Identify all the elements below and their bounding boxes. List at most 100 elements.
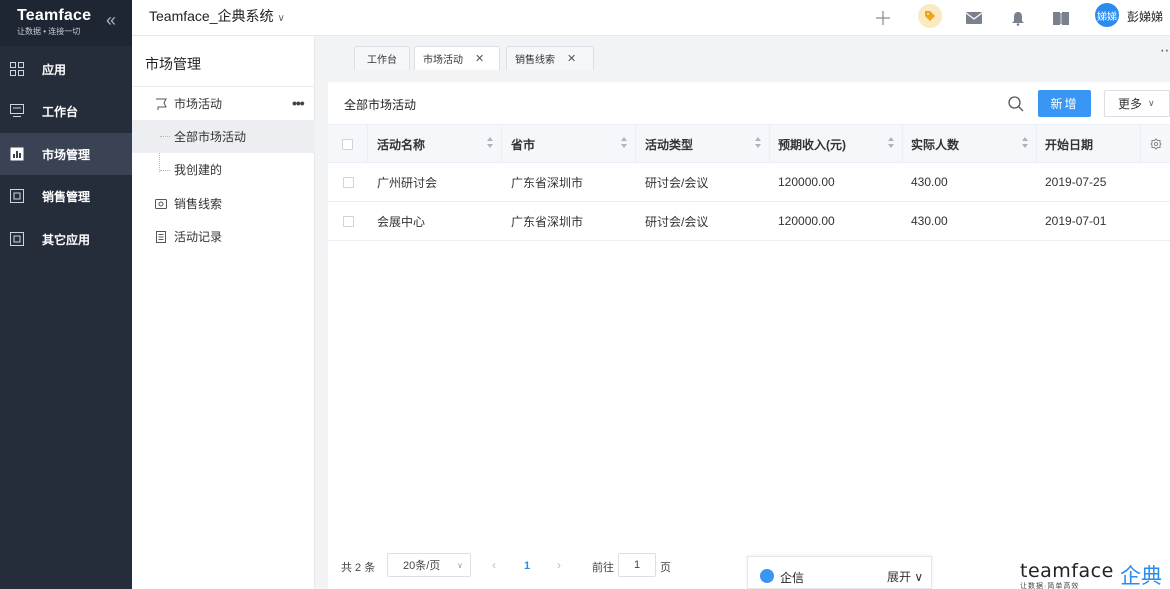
- row-select-cell: [328, 163, 368, 201]
- goto-unit: 页: [660, 562, 671, 574]
- sort-icon[interactable]: [487, 137, 493, 149]
- column-header[interactable]: 省市: [502, 125, 636, 163]
- tree-connector: [160, 136, 170, 137]
- document-icon: [156, 230, 166, 243]
- tag-icon[interactable]: [918, 4, 942, 28]
- chevron-down-icon: ∨: [914, 570, 924, 584]
- more-options-icon[interactable]: •••: [292, 95, 305, 111]
- chevron-down-icon: ∨: [457, 560, 463, 570]
- more-button[interactable]: 更多 ∨: [1104, 90, 1170, 117]
- column-header[interactable]: 活动类型: [636, 125, 770, 163]
- sort-icon[interactable]: [1022, 137, 1028, 149]
- box-icon: [10, 232, 24, 246]
- sidebar-item-label: 工作台: [42, 104, 79, 119]
- subnav-item-activity-records[interactable]: 活动记录: [132, 220, 315, 253]
- subnav-item-label: 全部市场活动: [174, 130, 247, 144]
- tab-market-activities[interactable]: 市场活动 ✕: [414, 46, 500, 70]
- sort-icon[interactable]: [888, 137, 894, 149]
- sidebar-item-other-apps[interactable]: 其它应用: [0, 218, 132, 260]
- table-cell: 研讨会/会议: [645, 214, 709, 229]
- chevron-down-icon: ∨: [277, 13, 285, 24]
- brand-slogan: 让数据 • 连接一切: [17, 27, 81, 36]
- row-checkbox[interactable]: [342, 215, 354, 227]
- add-icon[interactable]: [873, 8, 893, 28]
- sidebar-item-label: 销售管理: [42, 189, 91, 204]
- close-icon[interactable]: ✕: [475, 52, 484, 65]
- total-count: 共 2 条: [341, 562, 376, 574]
- page-title: 全部市场活动: [344, 98, 417, 112]
- table-row[interactable]: 广州研讨会 广东省深圳市 研讨会/会议 120000.00 430.00 201…: [328, 163, 1170, 202]
- avatar[interactable]: 娣娣: [1095, 3, 1119, 27]
- subnav-item-sales-leads[interactable]: 销售线索: [132, 187, 315, 220]
- current-page[interactable]: 1: [524, 560, 530, 572]
- chat-expand-label: 展开: [887, 570, 912, 584]
- close-icon[interactable]: ✕: [567, 52, 576, 65]
- tab-workbench[interactable]: 工作台: [354, 46, 410, 70]
- goto-label: 前往: [592, 562, 614, 574]
- search-icon[interactable]: [1007, 95, 1025, 113]
- bell-icon[interactable]: [1008, 8, 1028, 28]
- page-size-select[interactable]: 20条/页 ∨: [387, 553, 471, 577]
- tab-label: 工作台: [367, 55, 397, 66]
- brand-name: Teamface: [17, 7, 92, 24]
- sort-icon[interactable]: [755, 137, 761, 149]
- sidebar-item-market-management[interactable]: 市场管理: [0, 133, 132, 175]
- table-cell[interactable]: 广州研讨会: [377, 163, 437, 201]
- sidebar-item-label: 应用: [42, 62, 67, 77]
- sidebar-item-apps[interactable]: 应用: [0, 48, 132, 90]
- main-sidebar: Teamface 让数据 • 连接一切 « 应用 工作台 市场管理 销售管理 其…: [0, 0, 132, 589]
- column-header-label: 活动名称: [377, 137, 426, 152]
- user-name[interactable]: 彭娣娣: [1127, 8, 1163, 25]
- chat-label: 企信: [780, 571, 805, 585]
- top-header: Teamface_企典系统 ∨ 娣娣 彭娣娣: [132, 0, 1170, 36]
- column-header[interactable]: 开始日期: [1037, 125, 1141, 163]
- chevron-down-icon: ∨: [1148, 98, 1155, 108]
- sidebar-item-sales-management[interactable]: 销售管理: [0, 175, 132, 217]
- table-cell: 430.00: [911, 214, 948, 228]
- grid-icon: [10, 62, 24, 76]
- next-page-icon[interactable]: ›: [557, 558, 561, 572]
- tab-more-icon[interactable]: ⋯: [1160, 42, 1170, 59]
- table-cell: 广东省深圳市: [511, 214, 584, 229]
- watermark-slogan: 让数据·简单高效: [1020, 583, 1080, 589]
- column-header-label: 开始日期: [1045, 137, 1094, 152]
- table-cell: 2019-07-25: [1045, 175, 1107, 189]
- table-cell: 广东省深圳市: [511, 175, 584, 190]
- tab-label: 销售线索: [515, 55, 555, 66]
- table-cell: 120000.00: [778, 214, 835, 228]
- table-cell[interactable]: 会展中心: [377, 202, 425, 240]
- gear-icon[interactable]: [1149, 138, 1162, 150]
- row-checkbox[interactable]: [342, 176, 354, 188]
- table-row[interactable]: 会展中心 广东省深圳市 研讨会/会议 120000.00 430.00 2019…: [328, 202, 1170, 241]
- table-cell: 430.00: [911, 175, 948, 189]
- app-switcher[interactable]: Teamface_企典系统 ∨: [149, 6, 285, 26]
- main-content: 全部市场活动 新增 更多 ∨ 活动名称 省市 活动类型 预期收入(元) 实际人数: [328, 82, 1170, 589]
- chart-icon: [10, 147, 24, 161]
- collapse-sidebar-icon[interactable]: «: [106, 10, 116, 31]
- watermark-logo: teamface 企典 让数据·简单高效: [1020, 560, 1170, 589]
- column-header-label: 实际人数: [911, 137, 960, 152]
- column-header[interactable]: 预期收入(元): [770, 125, 903, 163]
- new-button[interactable]: 新增: [1038, 90, 1091, 117]
- goto-page-input[interactable]: [618, 553, 656, 577]
- tree-connector: [160, 170, 170, 171]
- lead-icon: [155, 198, 167, 209]
- watermark-text-cn: 企典: [1120, 565, 1162, 588]
- subnav-item-label: 市场活动: [174, 97, 223, 111]
- chat-bar[interactable]: 企信 展开 ∨: [747, 556, 932, 589]
- column-header[interactable]: 实际人数: [903, 125, 1037, 163]
- chat-expand-button[interactable]: 展开 ∨: [887, 568, 923, 585]
- sidebar-item-workbench[interactable]: 工作台: [0, 90, 132, 132]
- prev-page-icon[interactable]: ‹: [492, 558, 496, 572]
- column-header-label: 预期收入(元): [778, 137, 846, 152]
- table-cell: 120000.00: [778, 175, 835, 189]
- book-icon[interactable]: [1051, 8, 1071, 28]
- sort-icon[interactable]: [621, 137, 627, 149]
- mail-icon[interactable]: [964, 8, 984, 28]
- column-header[interactable]: 活动名称: [368, 125, 502, 163]
- tab-sales-leads[interactable]: 销售线索 ✕: [506, 46, 594, 70]
- monitor-icon: [10, 104, 24, 117]
- more-button-label: 更多: [1118, 97, 1143, 111]
- subnav-item-market-activities[interactable]: 市场活动: [132, 87, 315, 120]
- select-all-checkbox[interactable]: [342, 138, 353, 150]
